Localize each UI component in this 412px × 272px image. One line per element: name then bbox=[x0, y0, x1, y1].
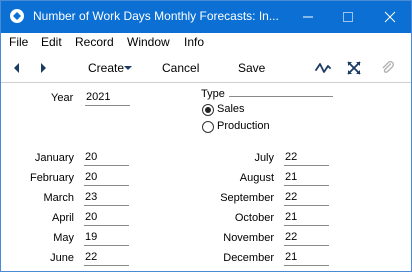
month-field-july[interactable]: 22 bbox=[284, 151, 329, 166]
month-label-may: May bbox=[53, 232, 74, 244]
window-title: Number of Work Days Monthly Forecasts: I… bbox=[33, 9, 279, 23]
create-button[interactable]: Create bbox=[88, 61, 124, 75]
close-icon bbox=[384, 11, 396, 23]
next-record-icon[interactable] bbox=[35, 60, 51, 76]
type-production-label[interactable]: Production bbox=[217, 120, 270, 132]
month-field-january[interactable]: 20 bbox=[84, 151, 129, 166]
activity-icon[interactable] bbox=[315, 60, 331, 76]
month-label-august: August bbox=[239, 172, 274, 184]
year-label: Year bbox=[51, 92, 74, 104]
month-field-may[interactable]: 19 bbox=[84, 231, 129, 246]
minimize-icon bbox=[303, 16, 313, 18]
save-button[interactable]: Save bbox=[238, 61, 265, 75]
toolbar: Create Cancel Save bbox=[1, 54, 411, 83]
month-label-february: February bbox=[29, 172, 74, 184]
maximize-button[interactable] bbox=[327, 1, 369, 33]
type-production-radio[interactable] bbox=[202, 121, 214, 133]
form-area: Year 2021 Type Sales Production January … bbox=[1, 83, 411, 271]
menu-bar: File Edit Record Window Info bbox=[1, 33, 411, 53]
title-bar[interactable]: Number of Work Days Monthly Forecasts: I… bbox=[1, 1, 411, 33]
month-field-april[interactable]: 20 bbox=[84, 211, 129, 226]
menu-edit[interactable]: Edit bbox=[41, 35, 62, 49]
window: Number of Work Days Monthly Forecasts: I… bbox=[0, 0, 412, 272]
month-field-december[interactable]: 21 bbox=[284, 251, 329, 266]
expand-icon[interactable] bbox=[346, 60, 362, 76]
month-label-december: December bbox=[223, 252, 274, 264]
month-field-march[interactable]: 23 bbox=[84, 191, 129, 206]
paperclip-icon[interactable] bbox=[380, 60, 396, 76]
create-dropdown-icon[interactable] bbox=[122, 62, 134, 74]
minimize-button[interactable] bbox=[287, 1, 329, 33]
month-label-july: July bbox=[254, 152, 274, 164]
year-field[interactable]: 2021 bbox=[85, 91, 130, 106]
maximize-icon bbox=[343, 12, 353, 22]
month-label-october: October bbox=[234, 212, 274, 224]
month-label-january: January bbox=[34, 152, 74, 164]
menu-file[interactable]: File bbox=[9, 35, 28, 49]
type-sales-label[interactable]: Sales bbox=[217, 103, 245, 115]
month-label-june: June bbox=[50, 252, 74, 264]
month-label-september: September bbox=[220, 192, 274, 204]
menu-window[interactable]: Window bbox=[127, 35, 170, 49]
app-icon bbox=[10, 9, 24, 23]
month-label-november: November bbox=[223, 232, 274, 244]
month-field-june[interactable]: 22 bbox=[84, 251, 129, 266]
close-button[interactable] bbox=[369, 1, 411, 33]
month-field-september[interactable]: 22 bbox=[284, 191, 329, 206]
type-separator bbox=[229, 96, 333, 97]
previous-record-icon[interactable] bbox=[9, 60, 25, 76]
month-field-february[interactable]: 20 bbox=[84, 171, 129, 186]
menu-record[interactable]: Record bbox=[75, 35, 114, 49]
type-sales-radio[interactable] bbox=[202, 104, 214, 116]
type-label: Type bbox=[201, 88, 225, 100]
month-field-october[interactable]: 21 bbox=[284, 211, 329, 226]
menu-info[interactable]: Info bbox=[184, 35, 204, 49]
month-label-april: April bbox=[51, 212, 74, 224]
month-field-august[interactable]: 21 bbox=[284, 171, 329, 186]
cancel-button[interactable]: Cancel bbox=[162, 61, 199, 75]
month-field-november[interactable]: 22 bbox=[284, 231, 329, 246]
month-label-march: March bbox=[43, 192, 74, 204]
